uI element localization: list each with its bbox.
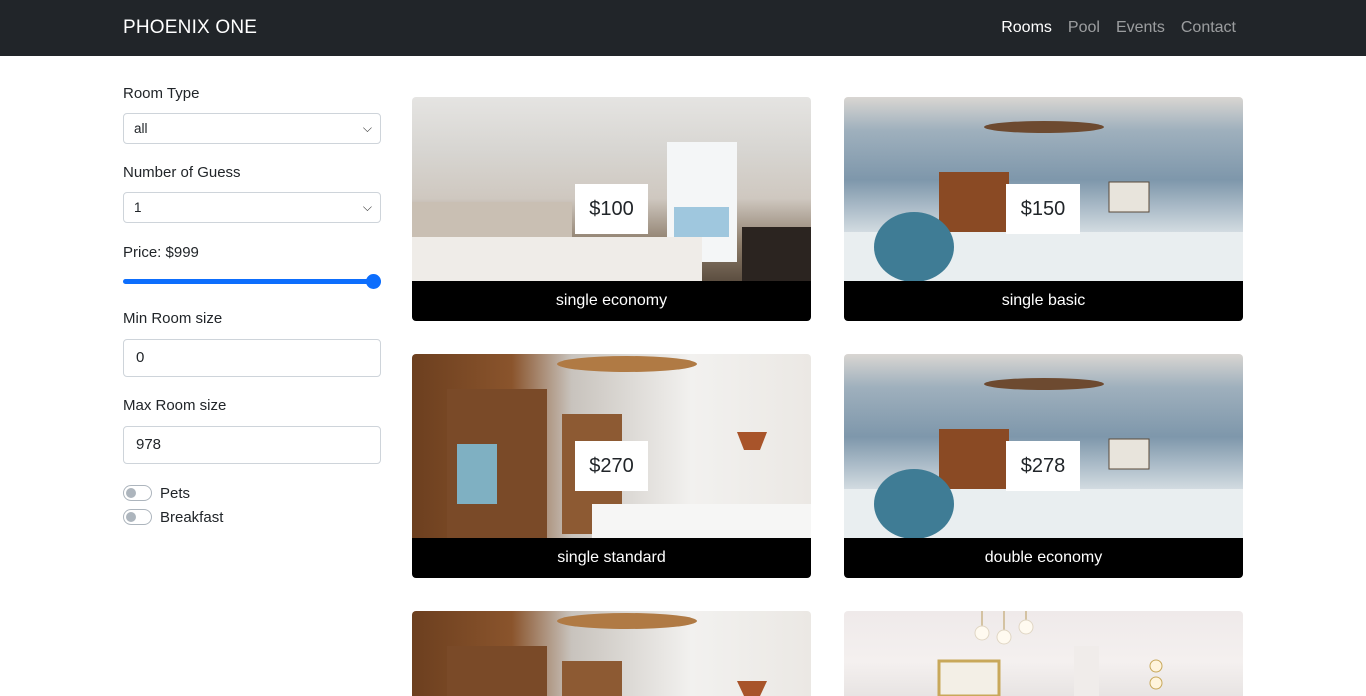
navbar: PHOENIX ONE Rooms Pool Events Contact: [0, 0, 1366, 56]
brand-logo[interactable]: PHOENIX ONE: [123, 17, 257, 39]
room-name: single standard: [412, 538, 811, 578]
room-card[interactable]: $100 single economy: [412, 97, 811, 321]
breakfast-toggle[interactable]: [123, 509, 152, 525]
guests-value: 1: [134, 200, 142, 215]
room-photo: [844, 611, 1243, 696]
breakfast-label: Breakfast: [160, 508, 224, 526]
pets-label: Pets: [160, 484, 191, 502]
price-slider-thumb[interactable]: [366, 274, 381, 289]
nav-links: Rooms Pool Events Contact: [1001, 19, 1236, 37]
room-type-value: all: [134, 121, 148, 136]
room-type-select[interactable]: all ⌵: [123, 113, 381, 144]
price-slider-track: [123, 279, 381, 284]
min-size-input[interactable]: 0: [123, 339, 381, 377]
room-card[interactable]: $278 double economy: [844, 354, 1243, 578]
nav-link-events[interactable]: Events: [1116, 19, 1165, 37]
guests-label: Number of Guess: [123, 164, 241, 181]
price-label: Price: $999: [123, 244, 199, 261]
breakfast-toggle-row[interactable]: Breakfast: [123, 505, 381, 529]
room-card[interactable]: $150 single basic: [844, 97, 1243, 321]
room-price: $150: [1006, 184, 1080, 234]
nav-link-rooms[interactable]: Rooms: [1001, 19, 1052, 37]
room-card[interactable]: $270 single standard: [412, 354, 811, 578]
room-card[interactable]: [412, 611, 811, 696]
room-type-label: Room Type: [123, 85, 200, 102]
price-slider[interactable]: [123, 273, 381, 289]
room-price: $278: [1006, 441, 1080, 491]
room-name: single basic: [844, 281, 1243, 321]
min-size-label: Min Room size: [123, 310, 223, 327]
guests-select[interactable]: 1 ⌵: [123, 192, 381, 223]
pets-toggle-row[interactable]: Pets: [123, 481, 381, 505]
room-price: $100: [575, 184, 648, 234]
room-price: $270: [575, 441, 648, 491]
chevron-down-icon: ⌵: [362, 121, 372, 135]
max-size-label: Max Room size: [123, 397, 227, 414]
max-size-input[interactable]: 978: [123, 426, 381, 464]
room-name: single economy: [412, 281, 811, 321]
room-card[interactable]: [844, 611, 1243, 696]
nav-link-contact[interactable]: Contact: [1181, 19, 1236, 37]
room-name: double economy: [844, 538, 1243, 578]
chevron-down-icon: ⌵: [362, 200, 372, 214]
pets-toggle[interactable]: [123, 485, 152, 501]
nav-link-pool[interactable]: Pool: [1068, 19, 1100, 37]
filter-sidebar: Room Type all ⌵ Number of Guess 1 ⌵ Pric…: [123, 84, 381, 529]
room-photo: [412, 611, 811, 696]
